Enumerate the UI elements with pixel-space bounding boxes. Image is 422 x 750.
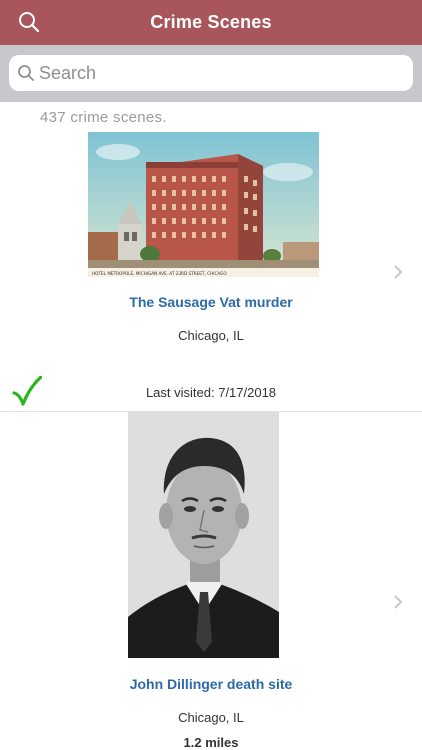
- search-icon: [18, 65, 34, 81]
- chevron-right-icon: [394, 595, 403, 609]
- portrait-image: [128, 412, 279, 658]
- search-bar-container: [0, 45, 422, 102]
- hotel-postcard-image: HOTEL METROPOLE, MICHIGAN AVE. AT 23RD S…: [88, 132, 319, 277]
- item-location: Chicago, IL: [178, 328, 244, 343]
- nav-bar: Crime Scenes: [0, 0, 422, 45]
- item-title[interactable]: The Sausage Vat murder: [0, 294, 422, 310]
- postcard-caption: HOTEL METROPOLE, MICHIGAN AVE. AT 23RD S…: [92, 271, 227, 276]
- item-title[interactable]: John Dillinger death site: [0, 676, 422, 692]
- results-count: 437 crime scenes.: [40, 109, 167, 126]
- chevron-right-icon: [394, 265, 403, 279]
- page-title: Crime Scenes: [150, 12, 272, 32]
- list-item[interactable]: John Dillinger death site Chicago, IL 1.…: [0, 412, 422, 750]
- search-input[interactable]: [39, 55, 399, 91]
- search-icon[interactable]: [17, 10, 41, 34]
- search-bar[interactable]: [9, 55, 413, 91]
- item-location: Chicago, IL: [178, 710, 244, 725]
- last-visited-text: Last visited: 7/17/2018: [145, 385, 277, 400]
- item-distance: 1.2 miles: [183, 735, 239, 750]
- list-item[interactable]: HOTEL METROPOLE, MICHIGAN AVE. AT 23RD S…: [0, 128, 422, 411]
